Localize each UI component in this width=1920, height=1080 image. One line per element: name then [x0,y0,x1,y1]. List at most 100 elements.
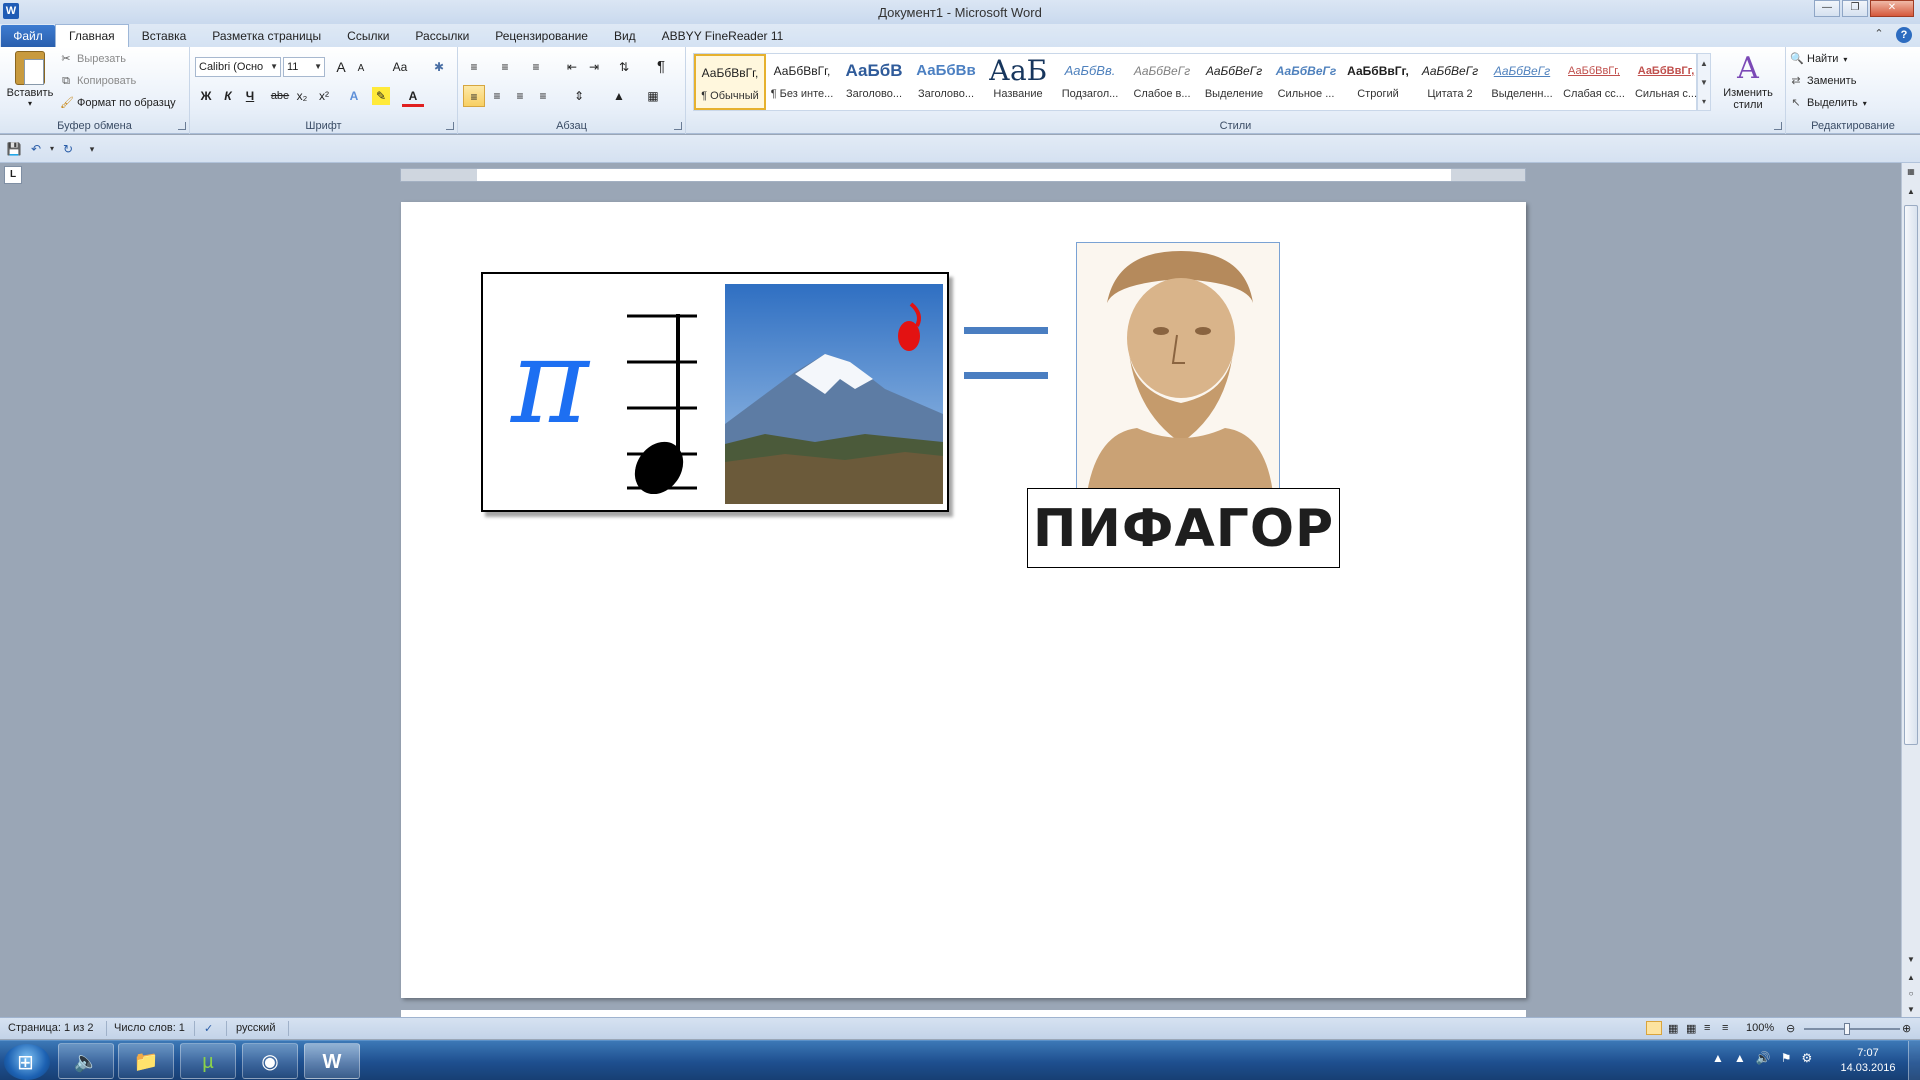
numbering-icon[interactable]: ≡ [494,56,516,78]
browse-object-icon[interactable]: ○ [1904,987,1918,1001]
paragraph-launcher-icon[interactable] [674,122,682,130]
vertical-scrollbar[interactable]: ▦ ▲ ▼ ▲ ○ ▼ [1901,163,1920,1023]
shading-icon[interactable]: ▲ [608,85,630,107]
style-heading-2[interactable]: АаБбВв Заголово... [910,54,982,110]
bullets-icon[interactable]: ≡ [463,56,485,78]
customize-qat-icon[interactable]: ▾ [84,141,100,157]
chrome-icon[interactable]: ◉ [242,1043,298,1079]
clear-formatting-icon[interactable]: ✱ [428,56,450,78]
print-layout-icon[interactable] [1646,1021,1662,1035]
select-button[interactable]: ↖ Выделить ▾ [1790,97,1866,109]
style-intense-reference[interactable]: АаБбВвГг, Сильная с... [1630,54,1702,110]
show-desktop-button[interactable] [1908,1041,1920,1080]
volume-icon[interactable]: 🔊 [1756,1051,1771,1065]
word-taskbar-icon[interactable]: W [304,1043,360,1079]
line-spacing-icon[interactable]: ⇕ [568,85,590,107]
zoom-out-icon[interactable]: ⊖ [1786,1022,1795,1035]
style-subtle-reference[interactable]: АаБбВвГг, Слабая сс... [1558,54,1630,110]
web-layout-icon[interactable]: ▦ [1686,1022,1696,1035]
file-explorer-icon[interactable]: 📁 [118,1043,174,1079]
minimize-button[interactable]: — [1814,0,1840,17]
save-icon[interactable]: 💾 [6,141,22,157]
redo-icon[interactable]: ↻ [60,141,76,157]
undo-icon[interactable]: ↶ [28,141,44,157]
show-hidden-icons-icon[interactable]: ▲ [1712,1051,1724,1065]
italic-button[interactable]: К [217,85,239,107]
align-right-icon[interactable]: ≡ [509,85,531,107]
show-marks-button[interactable]: ¶ [650,56,672,78]
text-effects-icon[interactable]: A [343,85,365,107]
strikethrough-button[interactable]: abe [269,85,291,107]
previous-page-icon[interactable]: ▲ [1904,971,1918,985]
replace-button[interactable]: ⇄ Заменить [1790,75,1856,87]
superscript-button[interactable]: x² [313,85,335,107]
font-color-icon[interactable]: A [402,85,424,107]
decrease-indent-icon[interactable]: ⇤ [561,56,583,78]
zoom-level[interactable]: 100% [1746,1022,1774,1034]
network-icon[interactable]: ▲ [1734,1051,1746,1065]
style-intense-emphasis[interactable]: АаБбВеГг Сильное ... [1270,54,1342,110]
style-heading-1[interactable]: АаБбВ Заголово... [838,54,910,110]
increase-indent-icon[interactable]: ⇥ [583,56,605,78]
action-center-icon[interactable]: ⚑ [1781,1051,1792,1065]
tab-file[interactable]: Файл [1,25,55,47]
multilevel-list-icon[interactable]: ≡ [525,56,547,78]
borders-icon[interactable]: ▦ [642,85,664,107]
style-title[interactable]: АаБ Название [982,54,1054,110]
tab-insert[interactable]: Вставка [129,25,200,47]
full-screen-reading-icon[interactable]: ▦ [1668,1022,1678,1035]
language-tray-icon[interactable]: ⚙ [1802,1051,1813,1065]
chevron-down-icon[interactable]: ▾ [44,141,60,157]
align-center-icon[interactable]: ≡ [486,85,508,107]
find-button[interactable]: 🔍 Найти ▾ [1790,53,1847,65]
bold-button[interactable]: Ж [195,85,217,107]
rebus-picture[interactable]: π [481,272,949,512]
change-styles-button[interactable]: A Изменить стили [1720,51,1776,111]
close-button[interactable]: ✕ [1870,0,1914,17]
help-icon[interactable]: ? [1896,27,1912,43]
restore-button[interactable]: ❐ [1842,0,1868,17]
tab-mailings[interactable]: Рассылки [402,25,482,47]
outline-view-icon[interactable]: ≡ [1704,1022,1710,1034]
style-quote-2[interactable]: АаБбВеГг Цитата 2 [1414,54,1486,110]
shrink-font-button[interactable]: A [350,58,372,80]
style-intense-quote[interactable]: АаБбВеГг Выделенн... [1486,54,1558,110]
horizontal-ruler[interactable] [400,168,1526,182]
tab-review[interactable]: Рецензирование [482,25,601,47]
tab-page-layout[interactable]: Разметка страницы [199,25,334,47]
highlight-icon[interactable]: ✎ [372,87,390,105]
scroll-up-icon[interactable]: ▲ [1904,185,1918,199]
tab-selector-button[interactable]: L [4,166,22,184]
tab-references[interactable]: Ссылки [334,25,402,47]
styles-launcher-icon[interactable] [1774,122,1782,130]
copy-button[interactable]: ⧉ Копировать [60,75,136,87]
scroll-thumb[interactable] [1904,205,1918,745]
grow-font-button[interactable]: A [330,56,352,78]
document-page[interactable]: π ПИФАГОР [401,202,1526,998]
align-left-icon[interactable]: ≡ [463,85,485,107]
font-size-combo[interactable]: 11 ▼ [283,57,325,77]
zoom-in-icon[interactable]: ⊕ [1902,1022,1911,1035]
style-strong[interactable]: АаБбВвГг, Строгий [1342,54,1414,110]
start-button[interactable] [4,1044,50,1080]
tab-abbyy[interactable]: ABBYY FineReader 11 [649,25,797,47]
format-painter-button[interactable]: 🖌 Формат по образцу [60,97,176,109]
taskbar-clock[interactable]: 7:07 14.03.2016 [1830,1046,1906,1076]
style-subtle-emphasis[interactable]: АаБбВеГг Слабое в... [1126,54,1198,110]
word-count[interactable]: Число слов: 1 [114,1022,185,1034]
style-no-spacing[interactable]: АаБбВвГг, ¶ Без инте... [766,54,838,110]
next-page-icon[interactable]: ▼ [1904,1003,1918,1017]
tab-view[interactable]: Вид [601,25,649,47]
subscript-button[interactable]: x₂ [291,85,313,107]
proofing-icon[interactable]: ✓ [204,1022,213,1035]
underline-button[interactable]: Ч [239,85,261,107]
language-indicator[interactable]: русский [236,1022,275,1034]
ruler-toggle-icon[interactable]: ▦ [1904,165,1918,179]
draft-view-icon[interactable]: ≡ [1722,1022,1728,1034]
scroll-down-icon[interactable]: ▼ [1904,953,1918,967]
zoom-slider[interactable] [1804,1028,1900,1030]
utorrent-icon[interactable]: µ [180,1043,236,1079]
font-name-combo[interactable]: Calibri (Осно ▼ [195,57,281,77]
pythagoras-bust-image[interactable] [1076,242,1280,492]
paste-button[interactable]: Вставить ▾ [4,51,56,117]
